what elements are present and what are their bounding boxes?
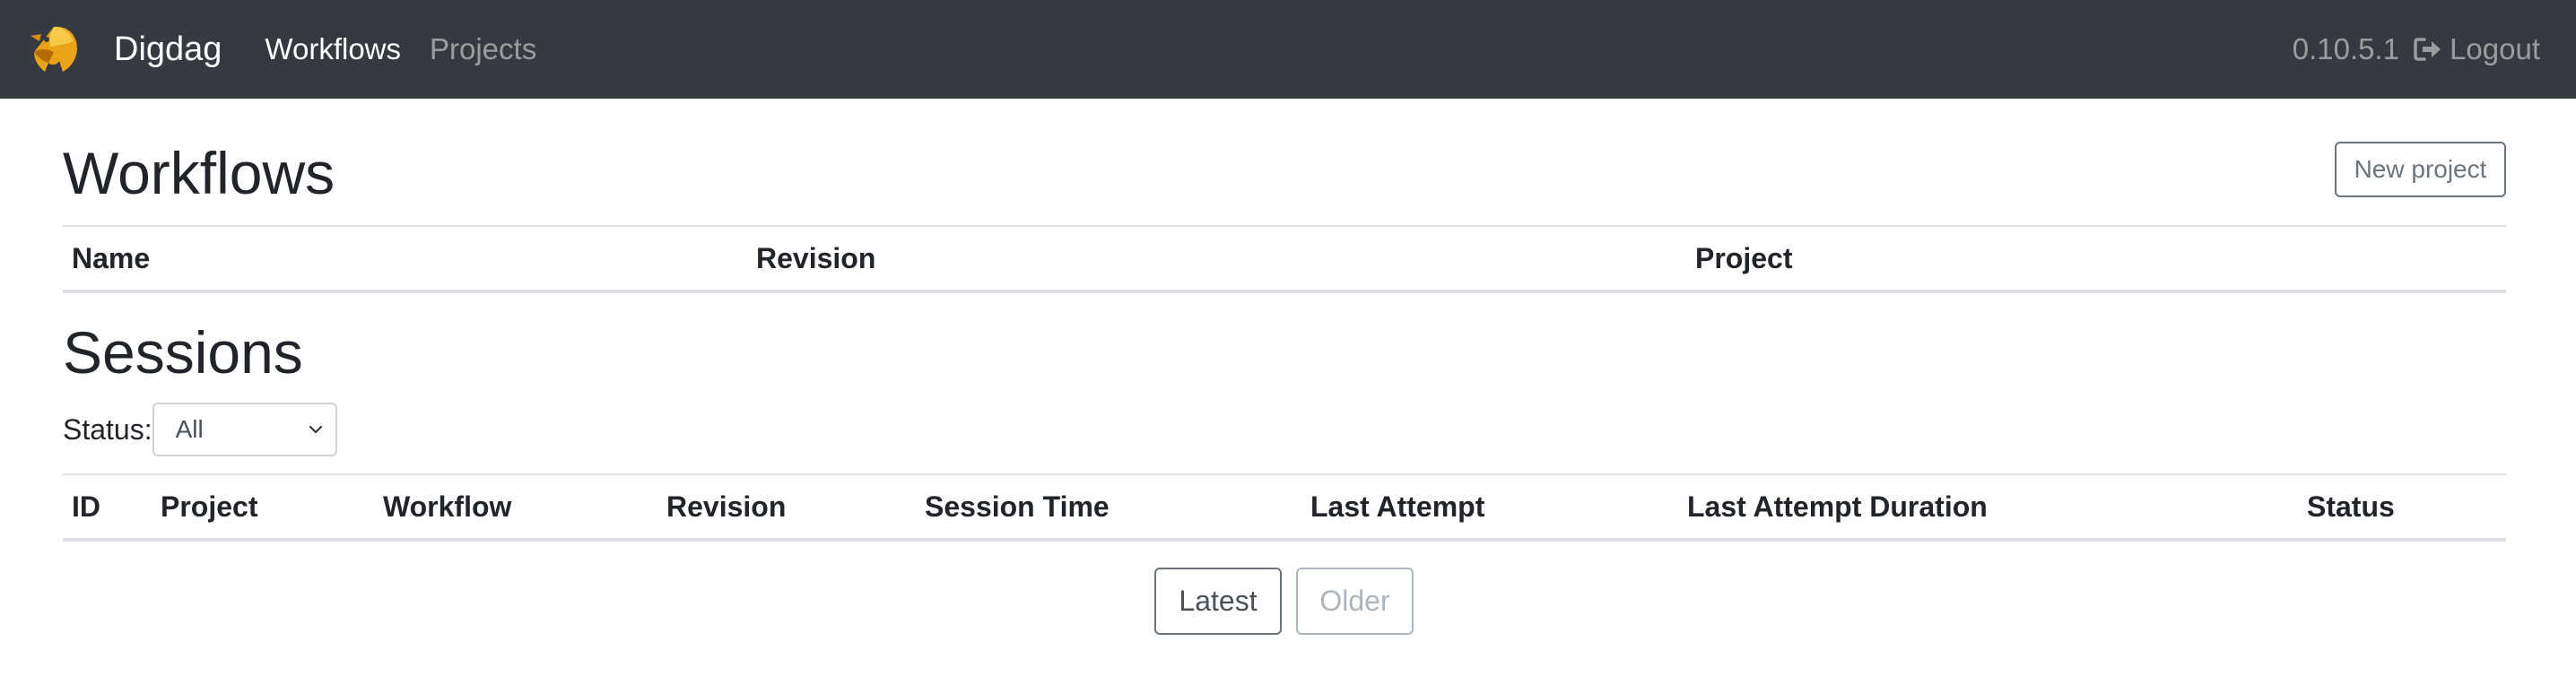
col-revision[interactable]: Revision	[657, 473, 916, 542]
brand-name: Digdag	[114, 30, 222, 68]
version-label: 0.10.5.1	[2292, 32, 2400, 65]
workflows-header-row: Name Revision Project	[63, 225, 2506, 293]
workflows-table: Name Revision Project	[63, 225, 2506, 293]
older-button[interactable]: Older	[1296, 568, 1414, 635]
workflows-heading: Workflows	[63, 140, 335, 206]
status-selected-value: All	[175, 415, 204, 443]
col-id[interactable]: ID	[63, 473, 152, 542]
col-session-time[interactable]: Session Time	[916, 473, 1301, 542]
top-navbar: Digdag Workflows Projects 0.10.5.1 Logou…	[0, 0, 2576, 99]
navbar-right: 0.10.5.1 Logout	[2293, 0, 2540, 99]
logout-link[interactable]: Logout	[2414, 32, 2540, 66]
brand-link[interactable]: Digdag	[27, 22, 222, 77]
sessions-table: ID Project Workflow Revision Session Tim…	[63, 473, 2506, 542]
col-project[interactable]: Project	[1686, 225, 2506, 293]
sessions-header-row: ID Project Workflow Revision Session Tim…	[63, 473, 2506, 542]
col-revision[interactable]: Revision	[747, 225, 1686, 293]
col-last-attempt[interactable]: Last Attempt	[1301, 473, 1678, 542]
chevron-down-icon	[309, 425, 322, 434]
col-status[interactable]: Status	[2298, 473, 2506, 542]
new-project-button[interactable]: New project	[2335, 142, 2506, 197]
sessions-heading: Sessions	[63, 319, 303, 386]
digdag-logo-icon	[30, 26, 77, 72]
sign-out-icon	[2414, 38, 2441, 61]
col-name[interactable]: Name	[63, 225, 747, 293]
latest-button[interactable]: Latest	[1154, 568, 1282, 635]
logout-label: Logout	[2450, 32, 2540, 65]
nav-workflows[interactable]: Workflows	[265, 32, 401, 66]
col-last-attempt-duration[interactable]: Last Attempt Duration	[1678, 473, 2298, 542]
nav-projects[interactable]: Projects	[430, 32, 536, 66]
status-select[interactable]: All	[152, 403, 337, 456]
status-filter: Status: All	[63, 403, 337, 456]
col-project[interactable]: Project	[152, 473, 374, 542]
status-label: Status:	[63, 412, 152, 446]
col-workflow[interactable]: Workflow	[374, 473, 657, 542]
